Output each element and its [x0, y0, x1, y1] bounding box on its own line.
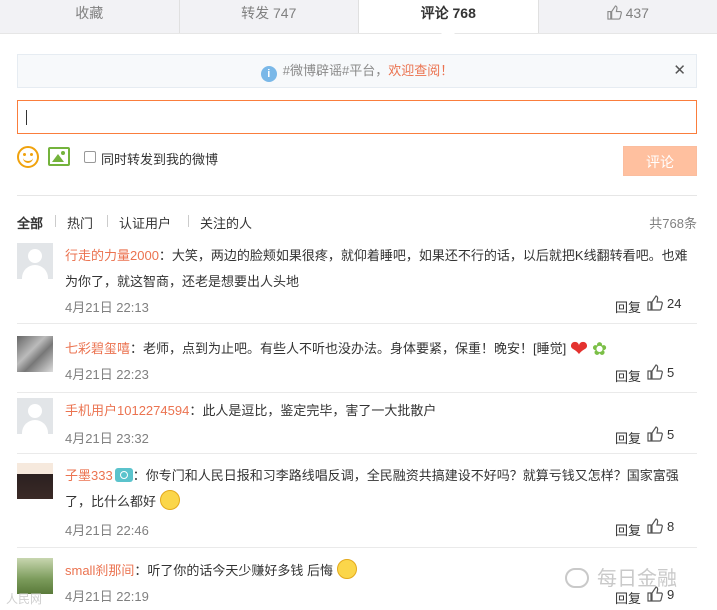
thumbs-up-icon: [606, 5, 622, 20]
like-count: 24: [667, 296, 682, 311]
thumbs-up-icon: [647, 364, 663, 380]
filter-separator: [107, 215, 108, 227]
comment-time: 4月21日 22:19: [65, 589, 149, 604]
text-caret: [26, 110, 27, 125]
tab-bar: 收藏 转发 747 评论 768 437: [0, 0, 717, 40]
tab-repost-label: 转发 747: [241, 5, 297, 21]
comment-divider: [17, 547, 697, 548]
comment-total: 共768条: [649, 216, 697, 231]
comment-user[interactable]: 行走的力量2000: [65, 248, 159, 263]
comment-text: 子墨333 ：你专门和人民日报和习李路线唱反调，全民融资共搞建设不好吗？就算亏钱又…: [65, 463, 697, 515]
image-icon[interactable]: [48, 147, 70, 166]
like-count: 5: [667, 427, 675, 442]
comment-body: ：听了你的话今天少赚好多钱 后悔: [134, 563, 333, 578]
comment-body: ：此人是逗比，鉴定完毕，害了一大批散户: [189, 403, 437, 418]
like-button[interactable]: 24: [647, 295, 697, 311]
filter-separator: [55, 215, 56, 227]
comment-user[interactable]: 七彩碧玺嘻: [65, 341, 130, 356]
camera-badge-icon: [114, 468, 133, 482]
repost-checkbox-label[interactable]: 同时转发到我的微博: [101, 149, 218, 168]
comment-divider: [17, 392, 697, 393]
comment-time: 4月21日 22:23: [65, 367, 149, 382]
like-count: 8: [667, 519, 675, 534]
comment-text: 七彩碧玺嘻：老师，点到为止吧。有些人不听也没办法。身体要紧，保重！晚安！[睡觉]…: [65, 336, 697, 362]
tab-favorite[interactable]: 收藏: [0, 0, 179, 33]
comment-body: ：老师，点到为止吧。有些人不听也没办法。身体要紧，保重！晚安！[睡觉]: [130, 341, 567, 356]
comment-body: ：大笑，两边的脸颊如果很疼，就仰着睡吧，如果还不行的话，以后就把K线翻转看吧。也…: [65, 248, 688, 289]
avatar[interactable]: [17, 243, 53, 279]
avatar[interactable]: [17, 463, 53, 499]
watermark: 每日金融: [565, 562, 677, 591]
info-icon: i: [260, 66, 277, 82]
smile-emoji-icon: [159, 490, 180, 510]
notice-banner: i #微博辟谣#平台，欢迎查阅！ ✕: [17, 54, 697, 88]
notice-link[interactable]: 欢迎查阅！: [388, 63, 453, 78]
thumbs-up-icon: [647, 518, 663, 534]
thumbs-up-icon: [647, 426, 663, 442]
tab-like-count: 437: [625, 5, 649, 21]
tab-comment-label: 评论 768: [420, 5, 476, 21]
avatar[interactable]: [17, 398, 53, 434]
watermark-text: 每日金融: [597, 568, 677, 590]
comment-user[interactable]: small刹那间: [65, 563, 134, 578]
comment-body: ：你专门和人民日报和习李路线唱反调，全民融资共搞建设不好吗？就算亏钱又怎样？国家…: [65, 468, 679, 509]
crying-emoji-icon: [336, 559, 357, 579]
comment-divider: [17, 323, 697, 324]
comment-submit-button[interactable]: 评论: [623, 146, 697, 176]
smile-emoji-icon[interactable]: [17, 146, 39, 168]
tab-favorite-label: 收藏: [75, 5, 104, 21]
tab-repost[interactable]: 转发 747: [178, 0, 359, 33]
comment-filters: 全部 热门 认证用户 关注的人 共768条: [17, 213, 697, 233]
close-icon[interactable]: ✕: [673, 55, 686, 87]
composer-toolbar: 同时转发到我的微博 评论: [17, 146, 697, 176]
tab-like[interactable]: 437: [537, 0, 717, 33]
comment-divider: [17, 453, 697, 454]
filter-separator: [188, 215, 189, 227]
comment-text: 手机用户1012274594：此人是逗比，鉴定完毕，害了一大批散户: [65, 398, 697, 424]
repost-checkbox[interactable]: [84, 151, 96, 163]
wechat-icon: [565, 568, 589, 588]
comment-time: 4月21日 23:32: [65, 431, 149, 446]
comment-user[interactable]: 手机用户1012274594: [65, 403, 189, 418]
corner-watermark: 人民网: [6, 592, 43, 606]
comment-text: 行走的力量2000：大笑，两边的脸颊如果很疼，就仰着睡吧，如果还不行的话，以后就…: [65, 243, 697, 295]
like-button[interactable]: 8: [647, 518, 697, 534]
notice-prefix: #微博辟谣#平台，: [282, 63, 389, 78]
like-count: 5: [667, 365, 675, 380]
filter-following[interactable]: 关注的人: [200, 213, 252, 232]
avatar[interactable]: [17, 336, 53, 372]
thumbs-up-icon: [647, 295, 663, 311]
reply-button[interactable]: 回复: [615, 428, 641, 447]
like-button[interactable]: 5: [647, 364, 697, 380]
filter-all[interactable]: 全部: [17, 213, 43, 232]
comment-user[interactable]: 子墨333: [65, 468, 113, 483]
heart-emoji-icon: ❤: [569, 336, 589, 361]
reply-button[interactable]: 回复: [615, 366, 641, 385]
tab-comment[interactable]: 评论 768: [358, 0, 538, 40]
reply-button[interactable]: 回复: [615, 297, 641, 316]
leaf-sticker-icon: ✿: [591, 339, 608, 359]
filter-hot[interactable]: 热门: [67, 213, 93, 232]
reply-button[interactable]: 回复: [615, 520, 641, 539]
divider: [17, 195, 697, 196]
filter-verified[interactable]: 认证用户: [119, 213, 171, 232]
comment-time: 4月21日 22:46: [65, 523, 149, 538]
avatar[interactable]: [17, 558, 53, 594]
like-button[interactable]: 5: [647, 426, 697, 442]
comment-time: 4月21日 22:13: [65, 300, 149, 315]
comment-input[interactable]: [17, 100, 697, 134]
